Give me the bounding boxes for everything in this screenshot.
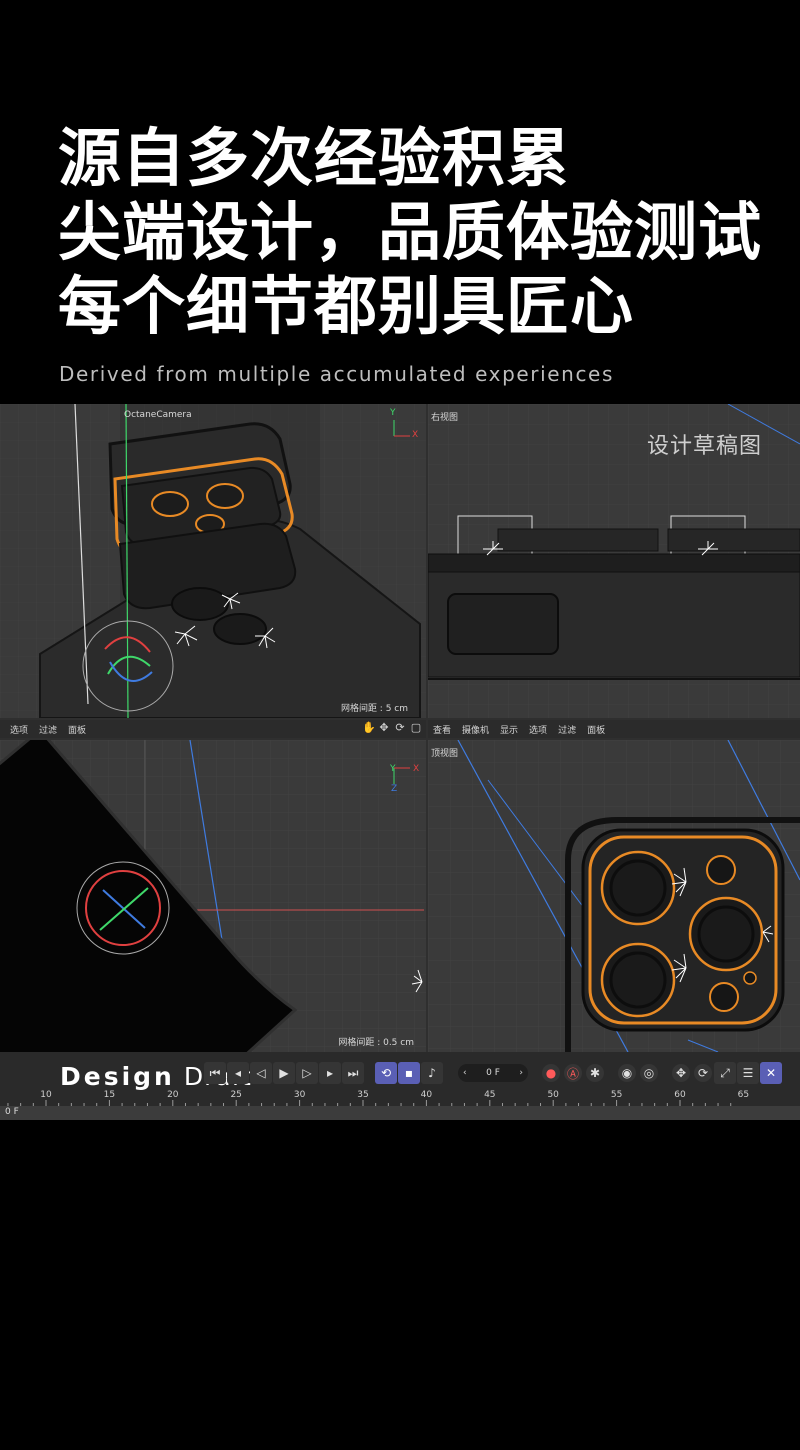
frame-inc-icon[interactable]: › <box>519 1068 523 1078</box>
grid-spacing-readout: 网格间距 : 5 cm <box>340 704 408 714</box>
hand-icon[interactable]: ✋ <box>362 722 376 734</box>
move-icon[interactable]: ✥ <box>378 722 390 734</box>
ruler-tick-label: 35 <box>357 1090 369 1100</box>
next-frame-icon[interactable]: ▷ <box>296 1062 318 1084</box>
timeline-ruler[interactable]: 10 15 20 25 30 35 40 45 50 55 60 65 <box>0 1088 800 1108</box>
go-to-start-icon[interactable]: ⏮ <box>204 1062 226 1084</box>
frame-value: 0 F <box>486 1068 500 1078</box>
pla-icon[interactable]: ✕ <box>760 1062 782 1084</box>
camera-label: OctaneCamera <box>124 410 192 420</box>
timeline-panel: Design Draft ⏮ ◂ ◁ ▶ ▷ ▸ ⏭ ⟲ ▪ ♪ ‹ 0 F ›… <box>0 1052 800 1120</box>
headline: 源自多次经验积累 尖端设计，品质体验测试 每个细节都别具匠心 <box>58 122 762 344</box>
ruler-tick-label: 20 <box>167 1090 179 1100</box>
menu-filter[interactable]: 过滤 <box>39 723 57 736</box>
menu-filter[interactable]: 过滤 <box>558 723 576 736</box>
viewport-right[interactable]: 右视图 设计草稿图 <box>428 404 800 718</box>
ruler-tick-label: 40 <box>420 1090 433 1100</box>
play-icon[interactable]: ▶ <box>273 1062 295 1084</box>
ruler-tick-label: 60 <box>674 1090 686 1100</box>
top-view-label: 顶视图 <box>431 749 459 759</box>
ruler-tick-label: 15 <box>103 1090 116 1100</box>
right-view-label: 右视图 <box>431 413 459 423</box>
axis-x-label: X <box>412 430 419 440</box>
ruler-tick-label: 45 <box>484 1090 496 1100</box>
viewport-perspective[interactable]: OctaneCamera Y X 网格间距 : 5 cm <box>0 404 426 718</box>
axis-z-label: Z <box>391 784 398 794</box>
lock-icon[interactable]: ◉ <box>618 1064 636 1082</box>
next-key-icon[interactable]: ▸ <box>319 1062 341 1084</box>
frame-field[interactable]: ‹ 0 F › <box>458 1064 528 1082</box>
record-icon[interactable]: ● <box>542 1064 560 1082</box>
menu-view[interactable]: 查看 <box>433 723 451 736</box>
axis-y-label: Y <box>390 764 396 774</box>
rotate-icon[interactable]: ⟳ <box>394 722 406 734</box>
frame-dec-icon[interactable]: ‹ <box>463 1068 467 1078</box>
prev-key-icon[interactable]: ◂ <box>227 1062 249 1084</box>
top-view-scene <box>428 740 800 1052</box>
headline-line-2: 尖端设计，品质体验测试 <box>58 196 762 269</box>
perspective-scene <box>0 404 426 718</box>
current-frame-bar: 0 F <box>0 1106 800 1120</box>
draft-title: 设计草稿图 <box>646 434 762 459</box>
c4d-editor: OctaneCamera Y X 网格间距 : 5 cm 右视图 设计草稿图 选… <box>0 404 800 1120</box>
param-icon[interactable]: ☰ <box>737 1062 759 1084</box>
menu-panel[interactable]: 面板 <box>68 723 86 736</box>
headline-line-1: 源自多次经验积累 <box>58 122 570 195</box>
viewport-front[interactable]: Y X Z 网格间距 : 0.5 cm <box>0 740 426 1052</box>
transport-controls: ⏮ ◂ ◁ ▶ ▷ ▸ ⏭ ⟲ ▪ ♪ ‹ 0 F › ● Ⓐ ✱ ◉ ◎ ✥ … <box>204 1062 783 1084</box>
prev-frame-icon[interactable]: ◁ <box>250 1062 272 1084</box>
autokey-record-icon[interactable]: Ⓐ <box>564 1064 582 1082</box>
ruler-tick-label: 65 <box>737 1090 750 1100</box>
axis-y-label: Y <box>390 408 396 418</box>
position-icon[interactable]: ✥ <box>672 1064 690 1082</box>
viewport-top[interactable]: 顶视图 <box>428 740 800 1052</box>
loop-icon[interactable]: ⟲ <box>375 1062 397 1084</box>
menu-display[interactable]: 显示 <box>500 723 518 736</box>
menu-panel[interactable]: 面板 <box>587 723 605 736</box>
maximize-icon[interactable]: ▢ <box>410 722 422 734</box>
axis-x-label: X <box>413 764 420 774</box>
menu-options[interactable]: 选项 <box>10 723 28 736</box>
viewport-menubar-right: 查看 摄像机 显示 选项 过滤 面板 <box>428 720 800 738</box>
ruler-tick-label: 30 <box>293 1090 306 1100</box>
ruler-tick-label: 50 <box>547 1090 559 1100</box>
rotation-icon[interactable]: ⟳ <box>694 1064 712 1082</box>
ruler-tick-label: 25 <box>230 1090 242 1100</box>
subtitle: Derived from multiple accumulated experi… <box>59 362 614 386</box>
watermark-bold: Design <box>60 1062 175 1091</box>
scale-icon[interactable]: ⤢ <box>714 1062 736 1084</box>
ruler-tick-label: 55 <box>610 1090 623 1100</box>
autokey-icon[interactable]: ▪ <box>398 1062 420 1084</box>
grid-spacing-readout: 网格间距 : 0.5 cm <box>338 1038 414 1048</box>
keyframe-selection-icon[interactable]: ✱ <box>586 1064 604 1082</box>
ruler-tick-label: 10 <box>40 1090 52 1100</box>
current-frame: 0 F <box>5 1107 19 1117</box>
viewport-menubar-left: 选项 过滤 面板 ✋ ✥ ⟳ ▢ <box>0 720 426 738</box>
front-view-scene <box>0 740 426 1052</box>
viewport-nav-icons: ✋ ✥ ⟳ ▢ <box>362 722 422 734</box>
sound-icon[interactable]: ♪ <box>421 1062 443 1084</box>
go-to-end-icon[interactable]: ⏭ <box>342 1062 364 1084</box>
headline-line-3: 每个细节都别具匠心 <box>58 270 634 343</box>
menu-camera[interactable]: 摄像机 <box>462 723 489 736</box>
menu-options[interactable]: 选项 <box>529 723 547 736</box>
motion-icon[interactable]: ◎ <box>640 1064 658 1082</box>
